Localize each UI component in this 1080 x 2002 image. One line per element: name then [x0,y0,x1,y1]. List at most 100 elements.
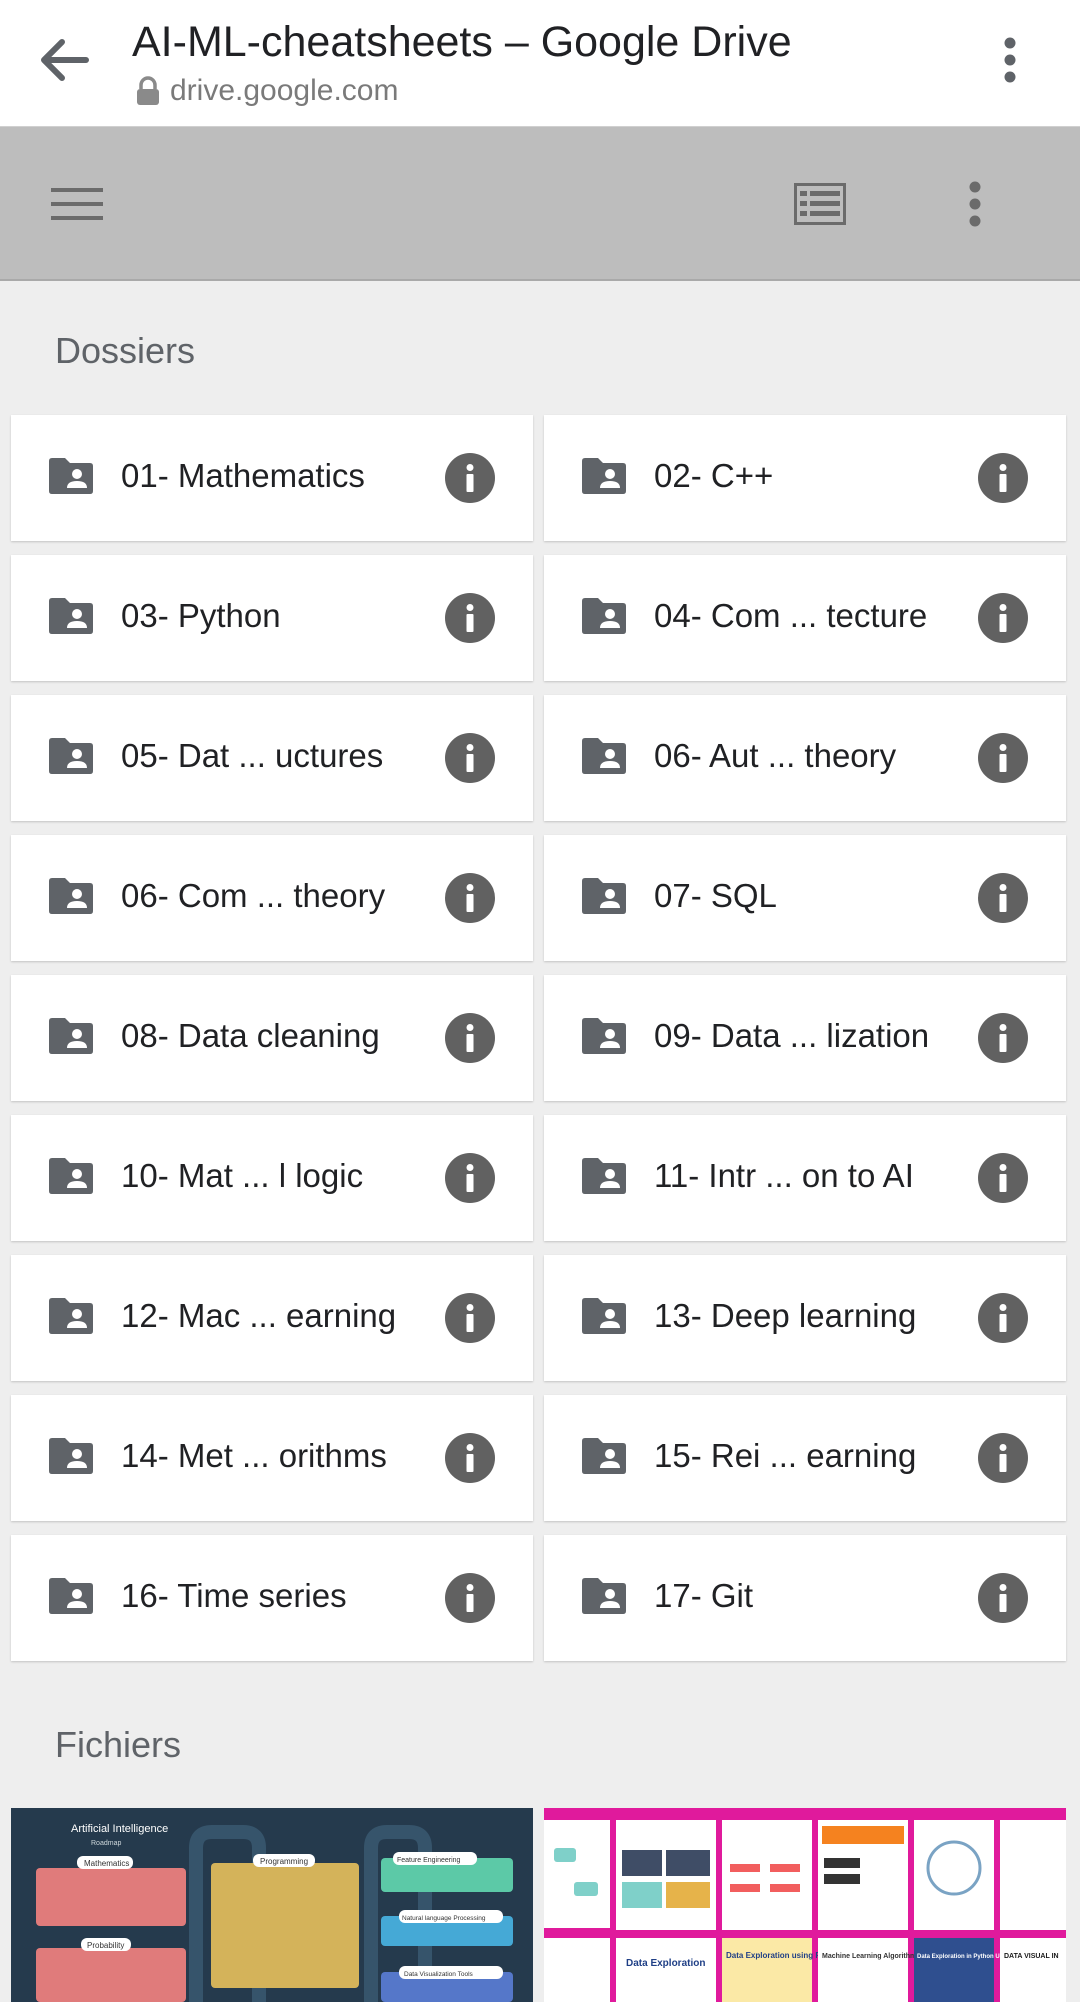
info-icon [999,1584,1007,1612]
shared-folder-icon [582,738,626,774]
folder-info-button[interactable] [978,873,1028,923]
info-icon [466,604,474,632]
folder-info-button[interactable] [978,593,1028,643]
info-icon [999,744,1007,772]
folder-info-button[interactable] [978,1293,1028,1343]
folder-item[interactable]: 16- Time series [11,1535,533,1661]
info-icon [999,1024,1007,1052]
shared-folder-icon [49,1438,93,1474]
folder-item[interactable]: 11- Intr ... on to AI [544,1115,1066,1241]
back-button[interactable] [30,28,100,92]
shared-folder-icon-wrap [580,456,628,496]
shared-folder-icon-wrap [580,876,628,916]
folder-info-button[interactable] [978,1433,1028,1483]
thumb-panel-data-visual: DATA VISUAL IN [1004,1953,1059,1960]
folder-grid: 01- Mathematics 02- C++ 03- Python 04- Com … [11,415,1069,1661]
folder-name: 06- Com ... theory [121,877,386,914]
folder-name: 17- Git [654,1577,754,1614]
file-grid: Artificial Intelligence Roadmap Mathemat… [11,1808,1069,2002]
shared-folder-icon [49,1158,93,1194]
folder-info-button[interactable] [445,453,495,503]
folder-info-button[interactable] [978,1013,1028,1063]
folder-item[interactable]: 03- Python [11,555,533,681]
shared-folder-icon-wrap [47,456,95,496]
hamburger-menu-icon [51,188,103,220]
shared-folder-icon-wrap [47,596,95,636]
folder-info-button[interactable] [445,733,495,783]
folder-item[interactable]: 06- Aut ... theory [544,695,1066,821]
info-icon [999,1164,1007,1192]
folder-item[interactable]: 04- Com ... tecture [544,555,1066,681]
info-icon [466,1024,474,1052]
toolbar-more-button[interactable] [950,172,1000,236]
shared-folder-icon-wrap [580,1296,628,1336]
folder-name: 10- Mat ... l logic [121,1157,364,1194]
info-icon [466,1164,474,1192]
folder-name: 09- Data ... lization [654,1017,930,1054]
folder-name: 02- C++ [654,457,774,494]
thumb-subheading: Roadmap [91,1840,121,1847]
file-thumbnail-ai-roadmap[interactable]: Artificial Intelligence Roadmap Mathemat… [11,1808,533,2002]
folder-item[interactable]: 08- Data cleaning [11,975,533,1101]
shared-folder-icon [582,1298,626,1334]
file-thumbnail-cheatsheet-collage[interactable]: Data Exploration Data Exploration using … [544,1808,1066,2002]
thumb-panel-ml-algorithms: Machine Learning Algorithms [822,1953,920,1960]
shared-folder-icon [582,1578,626,1614]
url-text: drive.google.com [170,74,399,107]
shared-folder-icon-wrap [47,1576,95,1616]
cheatsheet-collage-preview: Data Exploration Data Exploration using … [544,1808,1066,2002]
info-icon [466,1444,474,1472]
shared-folder-icon [582,458,626,494]
shared-folder-icon-wrap [580,596,628,636]
shared-folder-icon [49,1018,93,1054]
folder-info-button[interactable] [445,1433,495,1483]
folder-info-button[interactable] [978,453,1028,503]
folder-info-button[interactable] [445,1573,495,1623]
shared-folder-icon-wrap [580,736,628,776]
thumb-box-dataviz: Data Visualization Tools [404,1971,474,1978]
shared-folder-icon-wrap [580,1016,628,1056]
folder-info-button[interactable] [978,733,1028,783]
folder-info-button[interactable] [445,873,495,923]
custom-tab-header: AI-ML-cheatsheets – Google Drive drive.g… [0,0,1080,127]
folder-item[interactable]: 06- Com ... theory [11,835,533,961]
shared-folder-icon-wrap [580,1576,628,1616]
folder-info-button[interactable] [445,1293,495,1343]
folder-item[interactable]: 17- Git [544,1535,1066,1661]
shared-folder-icon-wrap [47,876,95,916]
folder-info-button[interactable] [445,593,495,643]
folder-name: 07- SQL [654,877,777,914]
folder-name: 06- Aut ... theory [654,737,897,774]
folder-item[interactable]: 01- Mathematics [11,415,533,541]
folder-info-button[interactable] [978,1573,1028,1623]
folder-item[interactable]: 12- Mac ... earning [11,1255,533,1381]
folder-info-button[interactable] [445,1013,495,1063]
folder-item[interactable]: 09- Data ... lization [544,975,1066,1101]
folder-name: 13- Deep learning [654,1297,917,1334]
shared-folder-icon-wrap [47,1156,95,1196]
shared-folder-icon [49,738,93,774]
folder-item[interactable]: 05- Dat ... uctures [11,695,533,821]
folder-item[interactable]: 15- Rei ... earning [544,1395,1066,1521]
shared-folder-icon [582,598,626,634]
shared-folder-icon [49,878,93,914]
folder-info-button[interactable] [445,1153,495,1203]
folder-name: 16- Time series [121,1577,347,1614]
thumb-box-mathematics: Mathematics [84,1859,129,1868]
info-icon [466,884,474,912]
info-icon [999,1304,1007,1332]
info-icon [466,464,474,492]
shared-folder-icon [49,1578,93,1614]
thumb-box-programming: Programming [260,1857,308,1866]
folder-item[interactable]: 14- Met ... orithms [11,1395,533,1521]
folder-item[interactable]: 13- Deep learning [544,1255,1066,1381]
shared-folder-icon [582,1438,626,1474]
folder-item[interactable]: 02- C++ [544,415,1066,541]
folder-info-button[interactable] [978,1153,1028,1203]
hamburger-menu-button[interactable] [40,172,114,236]
folder-item[interactable]: 10- Mat ... l logic [11,1115,533,1241]
folder-item[interactable]: 07- SQL [544,835,1066,961]
tab-menu-button[interactable] [990,30,1030,90]
shared-folder-icon [582,878,626,914]
list-view-button[interactable] [784,172,856,236]
